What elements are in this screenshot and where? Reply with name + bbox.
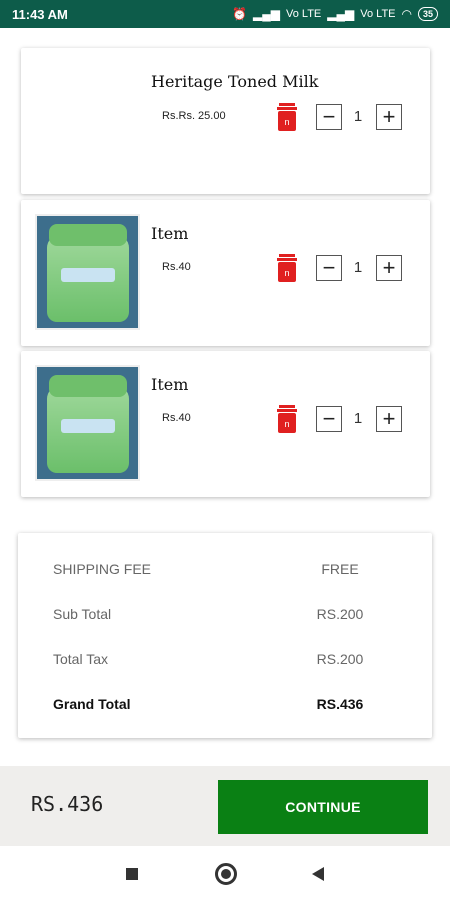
back-icon[interactable]: [312, 867, 324, 881]
home-icon[interactable]: [215, 863, 237, 885]
status-time: 11:43 AM: [12, 6, 68, 22]
cart-item-card: Heritage Toned Milk Rs.Rs. 25.00 n − 1 +: [21, 48, 430, 194]
svg-text:n: n: [284, 419, 289, 429]
subtotal-row: Sub Total RS.200: [18, 606, 432, 626]
svg-text:n: n: [284, 268, 289, 278]
product-image: [35, 214, 140, 330]
network-label-1: Vo LTE: [286, 8, 322, 20]
decrease-quantity-button[interactable]: −: [316, 406, 342, 432]
system-nav-bar: [0, 846, 450, 900]
delete-icon[interactable]: n: [276, 405, 298, 433]
recent-apps-icon[interactable]: [126, 868, 138, 880]
subtotal-label: Sub Total: [53, 606, 112, 622]
item-name: Item: [151, 224, 189, 243]
cart-item-card: Item Rs.40 n − 1 +: [21, 200, 430, 346]
order-summary-card: SHIPPING FEE FREE Sub Total RS.200 Total…: [18, 533, 432, 738]
item-price: Rs.Rs. 25.00: [162, 110, 226, 122]
shipping-fee-row: SHIPPING FEE FREE: [18, 561, 432, 581]
status-bar: 11:43 AM ⏰ ▂▄▆ Vo LTE ▂▄▆ Vo LTE ◠ 35: [0, 0, 450, 28]
increase-quantity-button[interactable]: +: [376, 406, 402, 432]
jar-label-shape: [61, 419, 115, 433]
checkout-bar: RS.436 CONTINUE: [0, 766, 450, 846]
shipping-fee-label: SHIPPING FEE: [53, 561, 152, 577]
item-name: Heritage Toned Milk: [151, 72, 319, 91]
status-icons: ⏰ ▂▄▆ Vo LTE ▂▄▆ Vo LTE ◠ 35: [232, 7, 438, 21]
quantity-value: 1: [353, 410, 363, 427]
svg-text:n: n: [284, 117, 289, 127]
decrease-quantity-button[interactable]: −: [316, 104, 342, 130]
network-label-2: Vo LTE: [360, 8, 396, 20]
item-name: Item: [151, 375, 189, 394]
delete-icon[interactable]: n: [276, 103, 298, 131]
signal-icon: ▂▄▆: [253, 7, 280, 21]
grand-total-row: Grand Total RS.436: [18, 696, 432, 716]
signal-icon: ▂▄▆: [327, 7, 355, 21]
grand-total-value: RS.436: [316, 696, 364, 712]
shipping-fee-value: FREE: [321, 561, 359, 577]
checkout-total: RS.436: [31, 792, 104, 816]
continue-button[interactable]: CONTINUE: [218, 780, 428, 834]
battery-icon: 35: [417, 7, 438, 21]
cart-content: Heritage Toned Milk Rs.Rs. 25.00 n − 1 +…: [0, 28, 450, 766]
delete-icon[interactable]: n: [276, 254, 298, 282]
jar-label-shape: [61, 268, 115, 282]
decrease-quantity-button[interactable]: −: [316, 255, 342, 281]
total-tax-value: RS.200: [316, 651, 364, 667]
item-price: Rs.40: [162, 412, 191, 424]
increase-quantity-button[interactable]: +: [376, 104, 402, 130]
jar-lid-shape: [49, 375, 127, 397]
jar-lid-shape: [49, 224, 127, 246]
quantity-value: 1: [353, 259, 363, 276]
alarm-off-icon: ⏰: [232, 7, 248, 21]
total-tax-row: Total Tax RS.200: [18, 651, 432, 671]
product-image: [35, 365, 140, 481]
cart-item-card: Item Rs.40 n − 1 +: [21, 351, 430, 497]
item-price: Rs.40: [162, 261, 191, 273]
wifi-icon: ◠: [401, 7, 412, 21]
increase-quantity-button[interactable]: +: [376, 255, 402, 281]
total-tax-label: Total Tax: [53, 651, 108, 667]
grand-total-label: Grand Total: [53, 696, 131, 712]
quantity-value: 1: [353, 108, 363, 125]
subtotal-value: RS.200: [316, 606, 364, 622]
